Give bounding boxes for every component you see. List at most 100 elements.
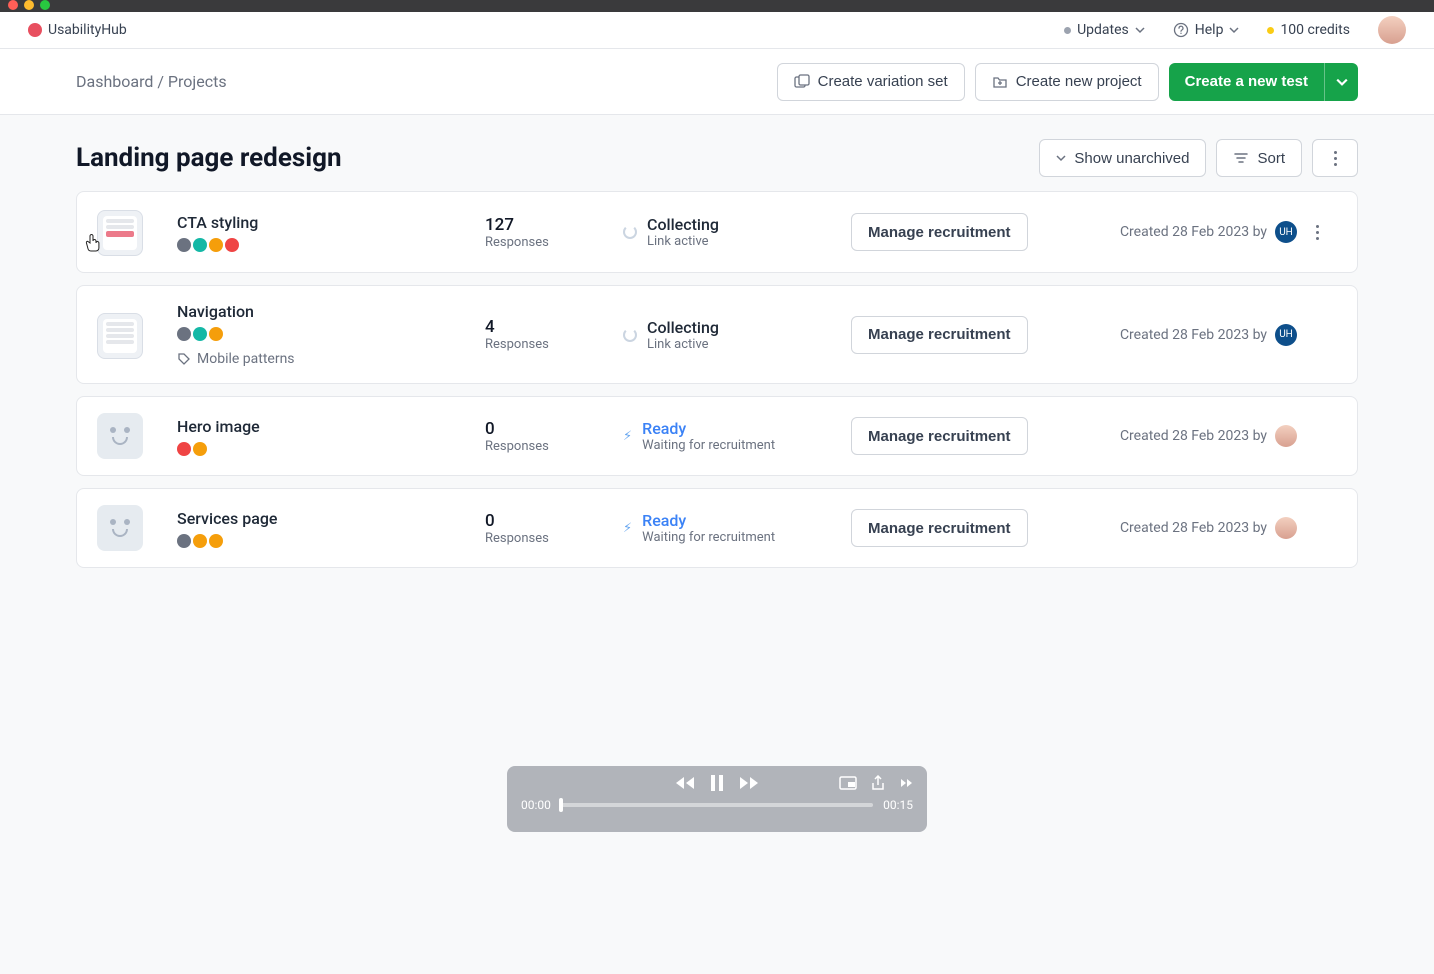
status-title: Collecting	[647, 215, 719, 234]
bolt-icon: ⚡︎	[623, 521, 632, 536]
test-name: Navigation	[177, 302, 477, 321]
nav-credits-label: 100 credits	[1280, 22, 1350, 38]
tag-icon	[177, 534, 191, 548]
share-button[interactable]	[871, 775, 885, 791]
test-card[interactable]: Navigation Mobile patterns 4 Responses C…	[76, 285, 1358, 384]
manage-recruitment-button[interactable]: Manage recruitment	[851, 213, 1028, 251]
create-new-test-label: Create a new test	[1185, 73, 1308, 90]
test-tags	[177, 238, 477, 252]
skip-next-button[interactable]	[899, 776, 913, 790]
responses-label: Responses	[485, 531, 615, 546]
nav-right: Updates Help 100 credits	[1064, 16, 1406, 44]
test-card[interactable]: Services page 0 Responses ⚡︎ Ready Waiti…	[76, 488, 1358, 568]
folder-plus-icon	[992, 74, 1008, 90]
tag-icon	[209, 238, 223, 252]
created-label: Created 28 Feb 2023 by	[1120, 327, 1267, 343]
status-subtitle: Link active	[647, 234, 719, 249]
fast-forward-button[interactable]	[739, 775, 759, 791]
responses-count: 127	[485, 215, 615, 235]
show-unarchived-label: Show unarchived	[1074, 150, 1189, 167]
breadcrumb[interactable]: Dashboard / Projects	[76, 72, 227, 91]
rewind-button[interactable]	[675, 775, 695, 791]
tag-icon	[177, 327, 191, 341]
status-title: Ready	[642, 511, 775, 530]
test-category-label: Mobile patterns	[197, 351, 295, 367]
project-title: Landing page redesign	[76, 143, 342, 173]
test-thumbnail	[97, 313, 143, 359]
scrub-track[interactable]	[561, 803, 873, 807]
project-more-button[interactable]	[1312, 139, 1358, 177]
create-new-test-button[interactable]: Create a new test	[1169, 63, 1324, 101]
chevron-down-icon	[1336, 76, 1348, 88]
brand-logo-icon	[28, 23, 42, 37]
created-label: Created 28 Feb 2023 by	[1120, 428, 1267, 444]
chevron-down-icon	[1135, 25, 1145, 35]
tag-icon	[193, 327, 207, 341]
sort-icon	[1233, 150, 1249, 166]
tag-icon	[193, 534, 207, 548]
status-title: Ready	[642, 419, 775, 438]
responses-label: Responses	[485, 439, 615, 454]
tag-icon	[193, 238, 207, 252]
page-actions-bar: Dashboard / Projects Create variation se…	[0, 49, 1434, 115]
nav-updates[interactable]: Updates	[1064, 22, 1145, 38]
show-unarchived-button[interactable]: Show unarchived	[1039, 139, 1206, 177]
window-minimize-icon[interactable]	[24, 0, 34, 10]
window-close-icon[interactable]	[8, 0, 18, 10]
user-avatar[interactable]	[1378, 16, 1406, 44]
playhead-total: 00:15	[883, 798, 913, 812]
tag-icon	[177, 238, 191, 252]
create-test-button-group: Create a new test	[1169, 63, 1358, 101]
tag-icon	[209, 534, 223, 548]
more-icon	[1323, 146, 1347, 170]
test-name: Services page	[177, 509, 477, 528]
test-name: CTA styling	[177, 213, 477, 232]
create-variation-set-button[interactable]: Create variation set	[777, 63, 965, 101]
test-tags	[177, 327, 477, 341]
pause-button[interactable]	[709, 774, 725, 792]
created-label: Created 28 Feb 2023 by	[1120, 520, 1267, 536]
manage-recruitment-button[interactable]: Manage recruitment	[851, 316, 1028, 354]
actions: Create variation set Create new project …	[777, 63, 1358, 101]
tag-icon	[177, 352, 191, 366]
status-subtitle: Waiting for recruitment	[642, 438, 775, 453]
video-controls	[521, 774, 913, 792]
create-new-project-label: Create new project	[1016, 73, 1142, 90]
loading-spinner-icon	[623, 328, 637, 342]
video-player: 00:00 00:15	[507, 766, 927, 832]
nav-credits[interactable]: 100 credits	[1267, 22, 1350, 38]
help-icon	[1173, 22, 1189, 38]
test-thumbnail	[97, 413, 143, 459]
sort-label: Sort	[1257, 150, 1285, 167]
app-header: UsabilityHub Updates Help 100 credits	[0, 12, 1434, 49]
nav-updates-label: Updates	[1077, 22, 1129, 38]
playhead-current: 00:00	[521, 798, 551, 812]
test-tags	[177, 442, 477, 456]
credits-dot-icon	[1267, 27, 1274, 34]
create-variation-set-label: Create variation set	[818, 73, 948, 90]
responses-label: Responses	[485, 235, 615, 250]
project-tools: Show unarchived Sort	[1039, 139, 1358, 177]
nav-help[interactable]: Help	[1173, 22, 1240, 38]
brand[interactable]: UsabilityHub	[28, 22, 127, 38]
created-label: Created 28 Feb 2023 by	[1120, 224, 1267, 240]
responses-count: 0	[485, 511, 615, 531]
test-more-button[interactable]	[1305, 220, 1329, 244]
scrub-knob-icon[interactable]	[559, 798, 563, 812]
test-card[interactable]: Hero image 0 Responses ⚡︎ Ready Waiting …	[76, 396, 1358, 476]
create-new-test-dropdown[interactable]	[1324, 63, 1358, 101]
video-scrub: 00:00 00:15	[521, 798, 913, 812]
manage-recruitment-button[interactable]: Manage recruitment	[851, 509, 1028, 547]
create-new-project-button[interactable]: Create new project	[975, 63, 1159, 101]
tag-icon	[193, 442, 207, 456]
sort-button[interactable]: Sort	[1216, 139, 1302, 177]
manage-recruitment-button[interactable]: Manage recruitment	[851, 417, 1028, 455]
test-card[interactable]: CTA styling 127 Responses Collecting Lin…	[76, 191, 1358, 273]
status-subtitle: Waiting for recruitment	[642, 530, 775, 545]
test-name: Hero image	[177, 417, 477, 436]
window-zoom-icon[interactable]	[40, 0, 50, 10]
pip-button[interactable]	[839, 776, 857, 790]
test-thumbnail	[97, 210, 143, 256]
creator-avatar	[1275, 425, 1297, 447]
creator-avatar: UH	[1275, 324, 1297, 346]
